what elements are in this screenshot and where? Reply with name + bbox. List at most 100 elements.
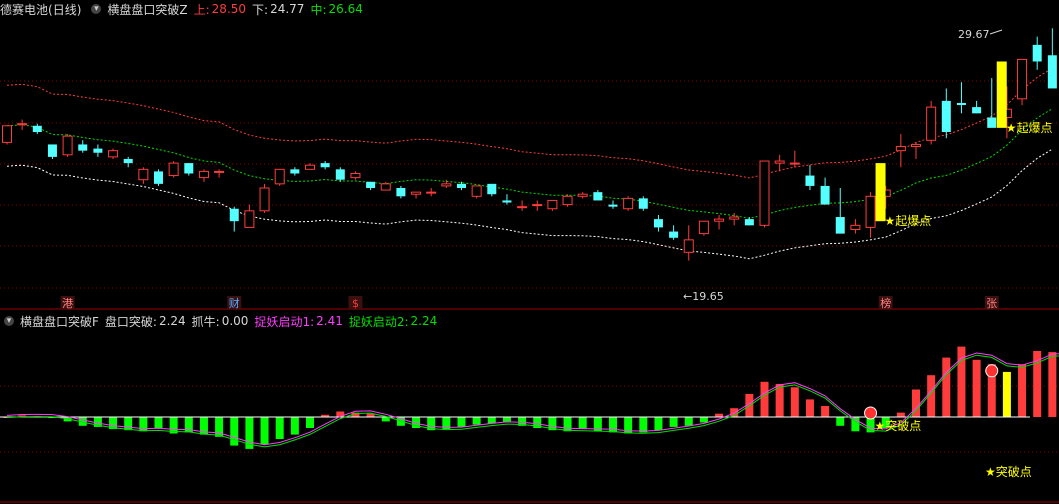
indicator-name[interactable]: 横盘盘口突破Z	[107, 1, 187, 18]
oscillator-bar	[124, 417, 133, 431]
candle-body	[471, 185, 482, 197]
candle	[698, 220, 709, 236]
oscillator-bar	[290, 417, 299, 435]
candle	[850, 219, 861, 234]
candle-body	[274, 168, 285, 185]
price-panel-header: 德赛电池 (日线) ▾ 横盘盘口突破Z 上: 28.50 下: 24.77 中:…	[0, 0, 369, 18]
candle-body	[457, 183, 466, 188]
candle	[956, 82, 966, 114]
candle	[517, 200, 528, 211]
oscillator-bar	[139, 417, 148, 432]
candle-body	[638, 198, 648, 209]
high-price-label: 29.67	[958, 28, 990, 41]
candle-body	[517, 206, 528, 209]
candle-body	[168, 162, 179, 177]
candle	[714, 214, 725, 230]
candle-body	[744, 219, 754, 226]
candle	[47, 144, 57, 159]
candle	[168, 161, 179, 178]
oscillator-bar	[260, 417, 269, 445]
period-label[interactable]: (日线)	[48, 1, 81, 18]
zhuoyao2-value: 2.24	[410, 314, 438, 328]
candle	[623, 196, 634, 211]
candle-body	[214, 170, 225, 173]
low-price-label: ←19.65	[683, 290, 724, 303]
candle-body	[244, 210, 255, 228]
candle-body	[926, 106, 937, 141]
candle	[1017, 58, 1028, 106]
candle	[426, 188, 437, 197]
oscillator-breakout-label-legend: ★突破点	[985, 464, 1032, 479]
candle-body	[290, 169, 300, 174]
candle	[941, 88, 951, 139]
candle	[229, 206, 239, 232]
candle	[789, 150, 800, 168]
zhuoyao2-line	[6, 354, 1059, 448]
oscillator-bar	[1048, 352, 1057, 417]
oscillator-bar	[896, 412, 905, 417]
candle	[108, 148, 119, 159]
candle	[471, 185, 482, 199]
candle-body	[1017, 58, 1028, 100]
candle	[396, 185, 406, 199]
candle-body	[562, 195, 573, 206]
candle-body	[305, 164, 315, 170]
oscillator-breakout-label: ★突破点	[875, 418, 922, 433]
candle-body	[335, 169, 345, 180]
mid-band-value: 26.64	[328, 2, 363, 16]
candle-body	[698, 220, 709, 235]
candle	[865, 192, 876, 238]
chart-canvas: ★起爆点 ★起爆点 29.67 ←19.65 港 财 $ 榜 张 ★突破点 ★突破点	[0, 28, 1059, 503]
event-marker: 港	[62, 297, 73, 310]
candle	[259, 183, 270, 213]
candle-body	[17, 123, 28, 126]
candle-body	[93, 148, 103, 153]
high-price-arrow	[989, 29, 1003, 35]
candle-body	[941, 100, 951, 132]
candle	[2, 125, 12, 145]
candle	[62, 134, 73, 157]
oscillator-bar	[669, 417, 678, 427]
stock-chart-window: ★起爆点 ★起爆点 29.67 ←19.65 港 财 $ 榜 张 ★突破点 ★突破点 德赛电池 (日…	[0, 0, 1059, 504]
candle-body	[835, 217, 845, 234]
oscillator-indicator-name[interactable]: 横盘盘口突破F	[20, 313, 99, 330]
candle-body	[229, 208, 239, 222]
oscillator-bar	[275, 417, 284, 439]
candle	[305, 163, 315, 170]
candle	[547, 199, 558, 211]
zhuaniu-value: 0.00	[221, 314, 249, 328]
candle-body	[487, 183, 497, 195]
candle	[532, 200, 543, 211]
candle-body	[714, 218, 725, 222]
stock-name[interactable]: 德赛电池	[0, 1, 48, 18]
indicator-settings-icon[interactable]: ▾	[91, 4, 102, 14]
candle	[502, 194, 512, 205]
candle	[593, 190, 603, 201]
candle-body	[78, 144, 88, 151]
zhuoyao1-value: 2.41	[316, 314, 343, 328]
oscillator-bar	[457, 417, 466, 427]
candle	[638, 196, 648, 211]
candle-body	[895, 146, 906, 152]
breakout-ball-marker	[864, 406, 878, 420]
candle-body	[411, 191, 422, 195]
candle-body	[426, 191, 437, 194]
candle	[366, 181, 376, 191]
candle	[138, 167, 149, 184]
candle	[683, 225, 694, 261]
candle	[78, 140, 88, 153]
oscillator-settings-icon[interactable]: ▾	[4, 316, 14, 326]
candle-body	[759, 160, 770, 226]
candle	[1047, 28, 1057, 89]
candle-body	[972, 107, 982, 114]
upper-band-line	[6, 67, 1053, 179]
candle-body	[987, 117, 997, 128]
candle-body	[1047, 55, 1057, 89]
candle-body	[547, 199, 558, 210]
candle	[320, 161, 330, 170]
candle	[350, 171, 361, 180]
event-marker: $	[352, 297, 359, 310]
mid-band-label: 中:	[310, 2, 327, 17]
candle	[487, 183, 497, 197]
oscillator-panel-header: ▾ 横盘盘口突破F 盘口突破: 2.24 抓牛: 0.00 捉妖启动1: 2.4…	[0, 312, 443, 330]
